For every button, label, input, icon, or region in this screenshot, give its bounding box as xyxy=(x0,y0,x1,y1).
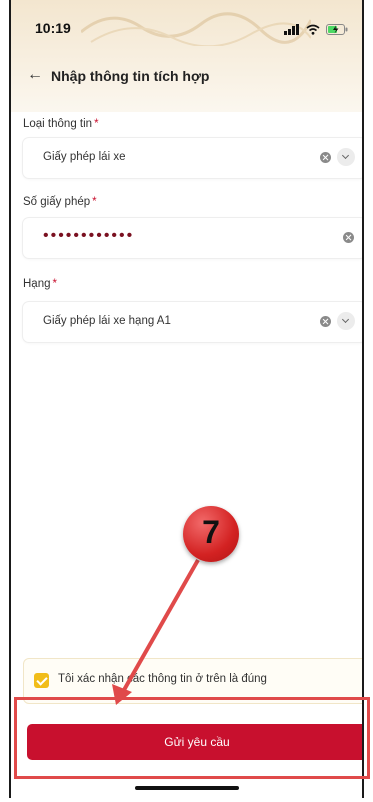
step-number: 7 xyxy=(202,514,220,550)
annotation-arrow xyxy=(112,559,200,705)
step-badge: 7 xyxy=(183,506,239,562)
